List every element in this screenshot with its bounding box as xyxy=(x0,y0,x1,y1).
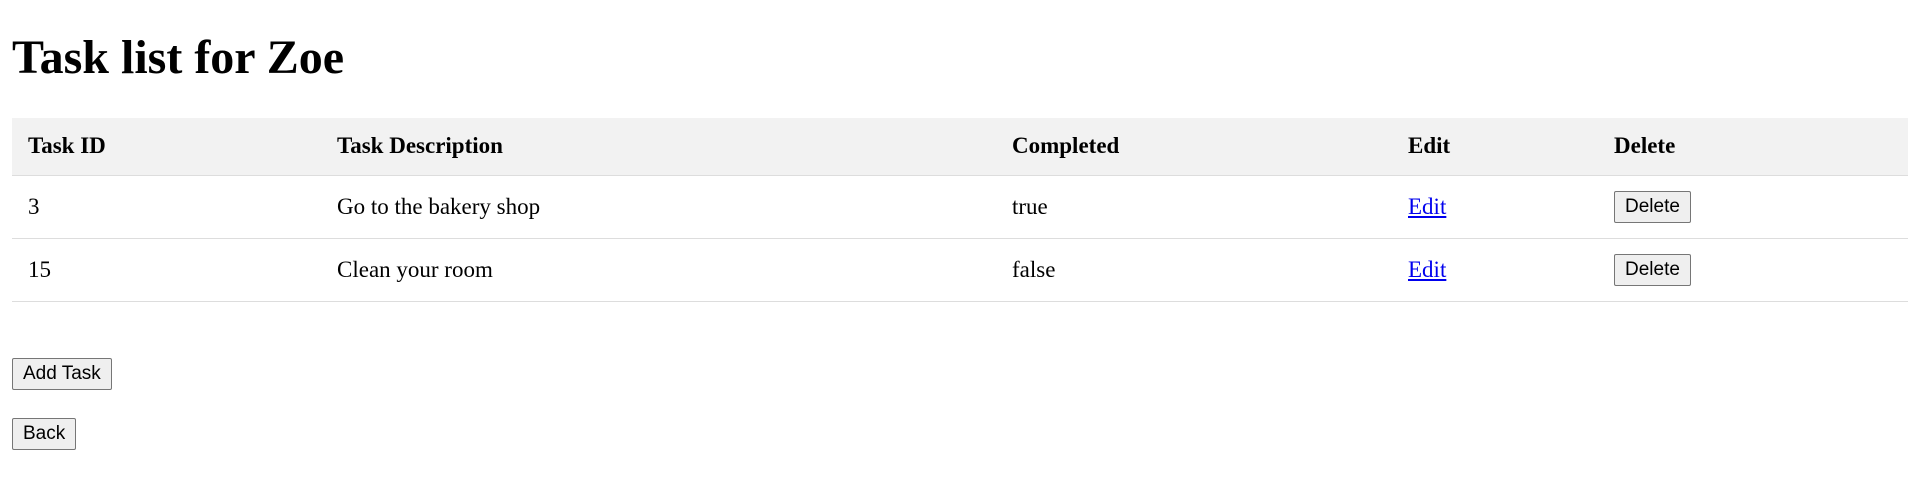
task-description-cell: Clean your room xyxy=(321,238,996,302)
column-header-delete: Delete xyxy=(1598,118,1908,176)
task-description-cell: Go to the bakery shop xyxy=(321,175,996,239)
delete-cell: Delete xyxy=(1598,238,1908,302)
back-button[interactable]: Back xyxy=(12,418,77,450)
page-title: Task list for Zoe xyxy=(12,31,345,84)
task-table: Task ID Task Description Completed Edit … xyxy=(12,118,1908,302)
column-header-completed: Completed xyxy=(996,118,1392,176)
header-row: Task ID Task Description Completed Edit … xyxy=(12,118,1908,176)
column-header-edit: Edit xyxy=(1392,118,1598,176)
task-completed-cell: false xyxy=(996,238,1392,302)
delete-cell: Delete xyxy=(1598,175,1908,239)
table-row: 15 Clean your room false Edit Delete xyxy=(12,238,1908,302)
task-completed-cell: true xyxy=(996,175,1392,239)
edit-cell: Edit xyxy=(1392,175,1598,239)
delete-button[interactable]: Delete xyxy=(1614,253,1691,286)
add-task-button[interactable]: Add Task xyxy=(12,358,112,390)
table-row: 3 Go to the bakery shop true Edit Delete xyxy=(12,175,1908,239)
task-id-cell: 15 xyxy=(12,238,321,302)
task-table-header: Task ID Task Description Completed Edit … xyxy=(12,118,1908,176)
edit-link[interactable]: Edit xyxy=(1408,194,1446,219)
column-header-task-id: Task ID xyxy=(12,118,321,176)
task-id-cell: 3 xyxy=(12,175,321,239)
column-header-task-description: Task Description xyxy=(321,118,996,176)
edit-cell: Edit xyxy=(1392,238,1598,302)
task-table-body: 3 Go to the bakery shop true Edit Delete… xyxy=(12,175,1908,302)
delete-button[interactable]: Delete xyxy=(1614,190,1691,223)
edit-link[interactable]: Edit xyxy=(1408,257,1446,282)
task-list-page: Task list for Zoe Task ID Task Descripti… xyxy=(0,0,1920,482)
